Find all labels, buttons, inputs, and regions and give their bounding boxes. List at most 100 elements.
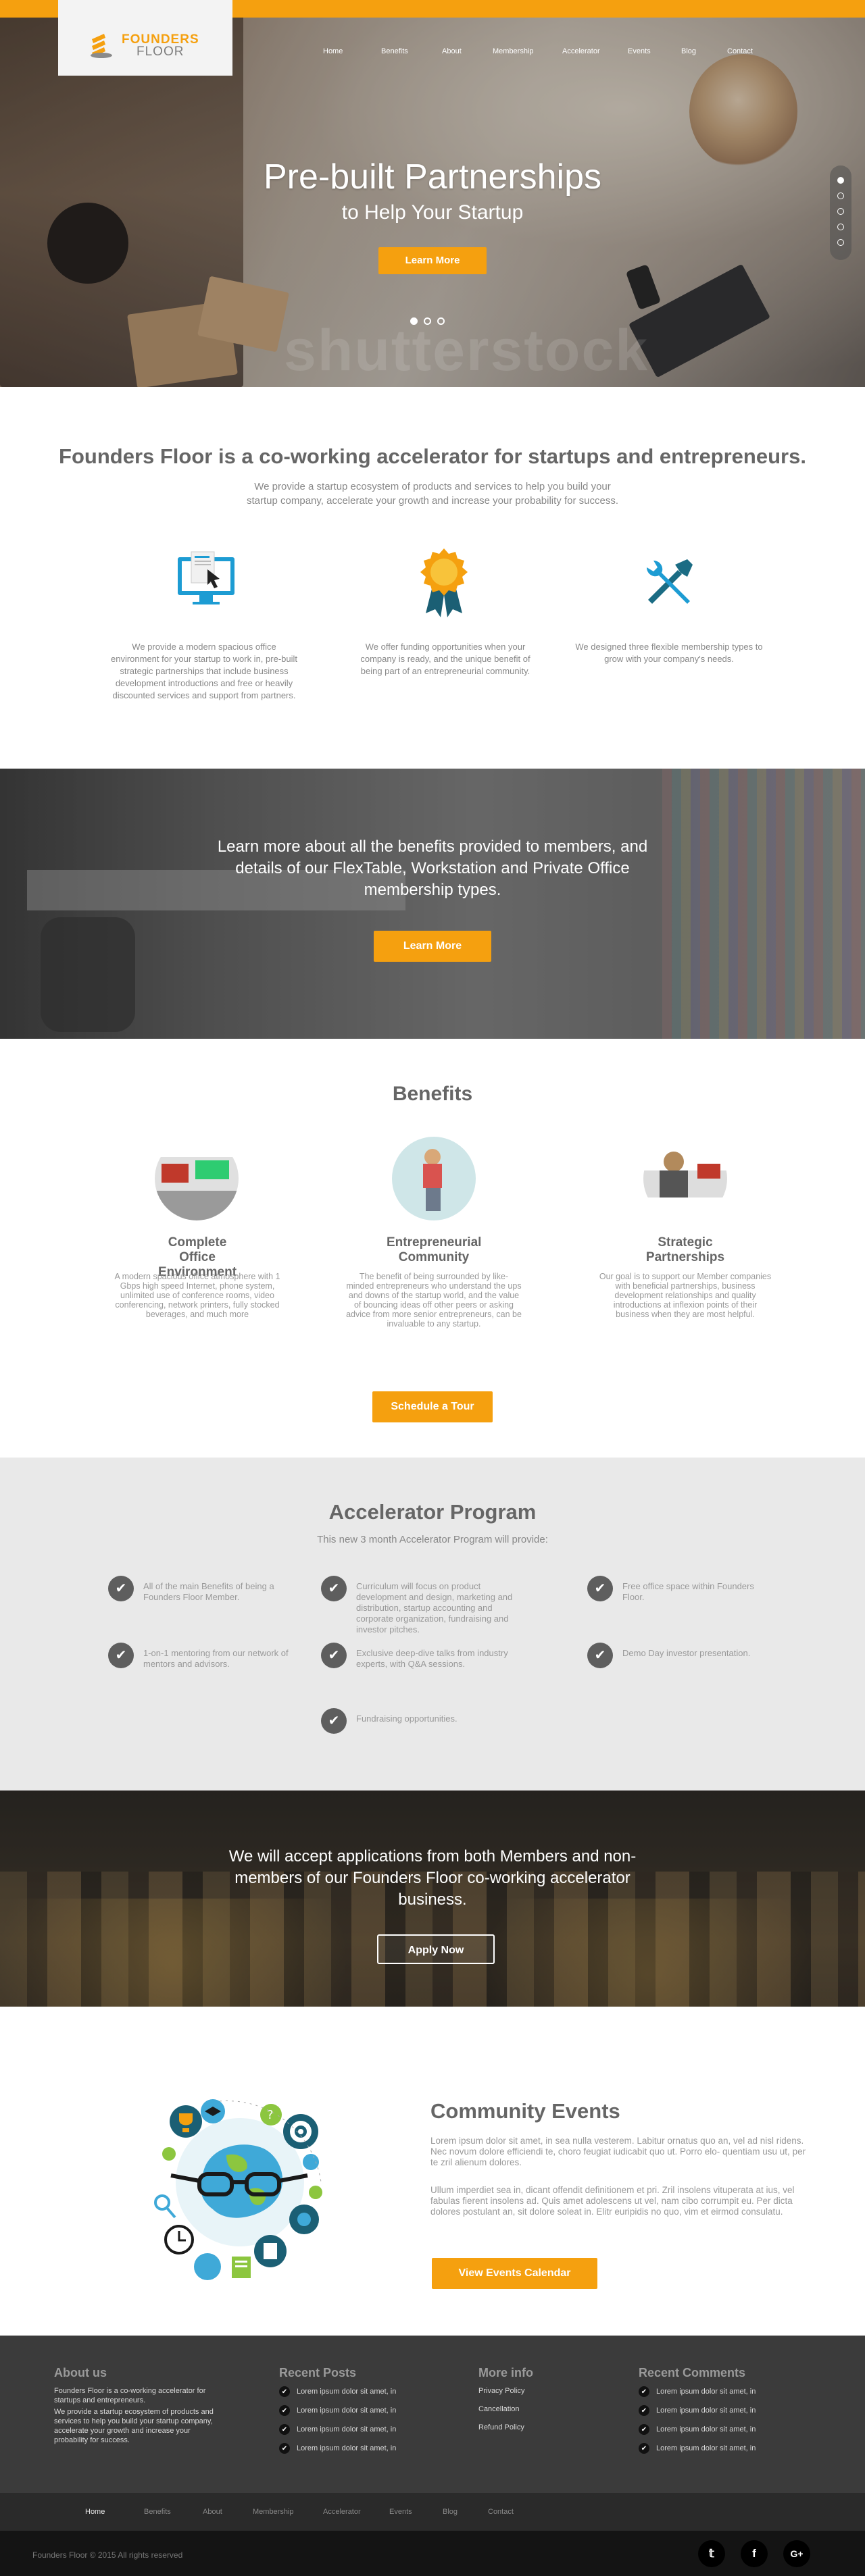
footer-nav-about[interactable]: About — [203, 2508, 222, 2516]
benefit-text-2: The benefit of being surrounded by like-… — [346, 1272, 522, 1329]
check-icon: ✔ — [587, 1576, 613, 1601]
hero-carousel-dots — [410, 317, 445, 325]
benefits-title: Benefits — [392, 1083, 473, 1105]
footer-nav-accelerator[interactable]: Accelerator — [323, 2508, 361, 2516]
schedule-tour-button[interactable]: Schedule a Tour — [372, 1391, 493, 1422]
footer-post-link[interactable]: Lorem ipsum dolor sit amet, in — [297, 2444, 396, 2452]
page-body: Founders Floor is a co-working accelerat… — [0, 387, 865, 2576]
membership-learn-more-button[interactable]: Learn More — [374, 931, 491, 962]
nav-home[interactable]: Home — [323, 47, 343, 55]
accelerator-item-text: Exclusive deep-dive talks from industry … — [356, 1648, 508, 1669]
logo-line-2: FLOOR — [137, 45, 184, 59]
accelerator-item-7: ✔ Fundraising opportunities. — [321, 1708, 524, 1734]
footer-about-text-1: Founders Floor is a co-working accelerat… — [54, 2387, 206, 2404]
wrench-screwdriver-icon — [647, 559, 693, 604]
nav-benefits[interactable]: Benefits — [381, 47, 408, 55]
footer-comment-link[interactable]: Lorem ipsum dolor sit amet, in — [656, 2425, 756, 2433]
carousel-dot-3[interactable] — [437, 317, 445, 325]
footer-nav-membership[interactable]: Membership — [253, 2508, 294, 2516]
view-events-calendar-button[interactable]: View Events Calendar — [432, 2258, 597, 2289]
footer-comment-item[interactable]: ✔ Lorem ipsum dolor sit amet, in — [639, 2424, 756, 2435]
check-icon: ✔ — [279, 2443, 290, 2454]
benefit-image-community — [392, 1137, 476, 1220]
hero-watermark: shutterstock — [284, 318, 649, 383]
footer-post-item[interactable]: ✔ Lorem ipsum dolor sit amet, in — [279, 2424, 396, 2435]
footer-comment-link[interactable]: Lorem ipsum dolor sit amet, in — [656, 2444, 756, 2452]
benefit-text-1: A modern spacious office atmosphere with… — [114, 1272, 280, 1319]
footer-comment-item[interactable]: ✔ Lorem ipsum dolor sit amet, in — [639, 2405, 756, 2416]
footer-nav-home[interactable]: Home — [85, 2508, 105, 2516]
check-icon: ✔ — [108, 1643, 134, 1668]
accelerator-item-5: ✔ Exclusive deep-dive talks from industr… — [321, 1643, 524, 1670]
logo-icon — [91, 34, 112, 58]
footer-nav-blog[interactable]: Blog — [443, 2508, 458, 2516]
nav-contact[interactable]: Contact — [727, 47, 753, 55]
check-icon: ✔ — [321, 1576, 347, 1601]
benefit-image-office — [155, 1137, 239, 1220]
check-icon: ✔ — [587, 1643, 613, 1668]
check-icon: ✔ — [321, 1708, 347, 1734]
carousel-dot-2[interactable] — [424, 317, 431, 325]
footer-post-item[interactable]: ✔ Lorem ipsum dolor sit amet, in — [279, 2443, 396, 2454]
accelerator-title: Accelerator Program — [328, 1500, 537, 1524]
footer-post-link[interactable]: Lorem ipsum dolor sit amet, in — [297, 2406, 396, 2415]
accelerator-subtitle: This new 3 month Accelerator Program wil… — [317, 1534, 548, 1545]
footer-nav-benefits[interactable]: Benefits — [144, 2508, 171, 2516]
events-paragraph-2: Ullum imperdiet sea in, dicant offendit … — [430, 2185, 795, 2217]
award-medal-icon — [420, 548, 468, 617]
carousel-dot-1[interactable] — [410, 317, 418, 325]
accelerator-item-text: Fundraising opportunities. — [356, 1714, 458, 1724]
footer-comment-link[interactable]: Lorem ipsum dolor sit amet, in — [656, 2406, 756, 2415]
footer-nav-events[interactable]: Events — [389, 2508, 412, 2516]
benefit-title-2: Entrepreneurial Community — [387, 1235, 482, 1264]
footer-refund-link[interactable]: Refund Policy — [478, 2423, 524, 2432]
check-icon: ✔ — [279, 2386, 290, 2397]
footer-comment-link[interactable]: Lorem ipsum dolor sit amet, in — [656, 2388, 756, 2396]
check-icon: ✔ — [279, 2405, 290, 2416]
accelerator-item-4: ✔ 1-on-1 mentoring from our network of m… — [108, 1643, 304, 1670]
section-dot-5[interactable] — [837, 239, 844, 246]
footer-post-link[interactable]: Lorem ipsum dolor sit amet, in — [297, 2388, 396, 2396]
footer-nav-contact[interactable]: Contact — [488, 2508, 514, 2516]
section-dot-1[interactable] — [837, 177, 844, 184]
events-illustration: ? — [154, 2099, 322, 2280]
footer-post-link[interactable]: Lorem ipsum dolor sit amet, in — [297, 2425, 396, 2433]
intro-title: Founders Floor is a co-working accelerat… — [59, 444, 806, 468]
section-dot-3[interactable] — [837, 208, 844, 215]
monitor-cursor-icon — [178, 551, 234, 604]
footer-comment-item[interactable]: ✔ Lorem ipsum dolor sit amet, in — [639, 2386, 756, 2397]
apply-now-button[interactable]: Apply Now — [377, 1934, 495, 1964]
check-icon: ✔ — [279, 2424, 290, 2435]
accelerator-item-3: ✔ Free office space within Founders Floo… — [587, 1576, 776, 1603]
accelerator-item-text: All of the main Benefits of being a Foun… — [143, 1581, 274, 1602]
events-paragraph-1: Lorem ipsum dolor sit amet, in sea nulla… — [430, 2136, 806, 2167]
section-dot-4[interactable] — [837, 224, 844, 230]
section-dot-2[interactable] — [837, 192, 844, 199]
benefit-text-3: Our goal is to support our Member compan… — [599, 1272, 772, 1319]
google-plus-icon[interactable]: G+ — [783, 2540, 810, 2567]
footer-comment-item[interactable]: ✔ Lorem ipsum dolor sit amet, in — [639, 2443, 756, 2454]
feature-text-2: We offer funding opportunities when your… — [360, 642, 530, 676]
logo[interactable]: FOUNDERS FLOOR — [58, 0, 232, 76]
nav-membership[interactable]: Membership — [493, 47, 534, 55]
nav-about[interactable]: About — [442, 47, 462, 55]
accelerator-item-text: Demo Day investor presentation. — [622, 1648, 751, 1658]
accelerator-item-1: ✔ All of the main Benefits of being a Fo… — [108, 1576, 291, 1603]
footer-post-item[interactable]: ✔ Lorem ipsum dolor sit amet, in — [279, 2386, 396, 2397]
footer-about-title: About us — [54, 2366, 107, 2379]
nav-blog[interactable]: Blog — [681, 47, 696, 55]
accelerator-item-2: ✔ Curriculum will focus on product devel… — [321, 1576, 524, 1635]
feature-text-1: We provide a modern spacious office envi… — [110, 642, 297, 700]
twitter-icon[interactable]: 𝕥 — [698, 2540, 725, 2567]
nav-events[interactable]: Events — [628, 47, 651, 55]
hero-title: Pre-built Partnerships — [264, 157, 601, 197]
nav-accelerator[interactable]: Accelerator — [562, 47, 600, 55]
footer-comments-title: Recent Comments — [639, 2366, 746, 2379]
footer-privacy-link[interactable]: Privacy Policy — [478, 2386, 524, 2396]
footer-cancellation-link[interactable]: Cancellation — [478, 2404, 520, 2414]
footer-post-item[interactable]: ✔ Lorem ipsum dolor sit amet, in — [279, 2405, 396, 2416]
facebook-icon[interactable]: f — [741, 2540, 768, 2567]
hero-learn-more-button[interactable]: Learn More — [378, 247, 487, 274]
check-icon: ✔ — [321, 1643, 347, 1668]
accelerator-item-6: ✔ Demo Day investor presentation. — [587, 1643, 776, 1668]
